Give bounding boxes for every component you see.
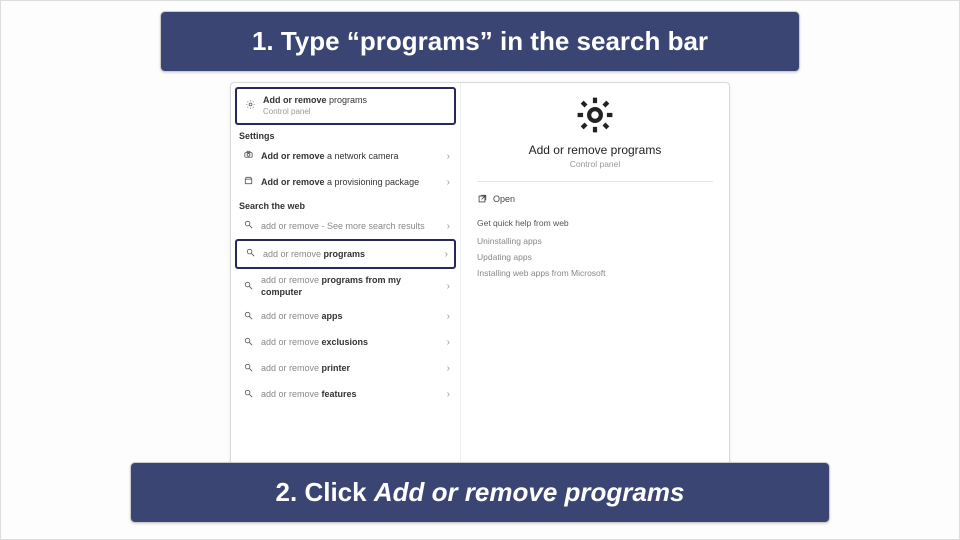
preview-subtitle: Control panel bbox=[477, 159, 713, 169]
search-icon bbox=[241, 280, 255, 294]
step1-term: programs bbox=[360, 26, 480, 56]
camera-icon bbox=[241, 149, 255, 163]
step1-prefix: 1. Type “ bbox=[252, 26, 360, 56]
result-provisioning-package[interactable]: Add or remove a provisioning package › bbox=[235, 169, 456, 195]
search-results-list: Add or remove programs Control panel Set… bbox=[231, 83, 461, 469]
gear-icon bbox=[243, 99, 257, 113]
open-icon bbox=[477, 194, 487, 204]
chevron-right-icon: › bbox=[447, 221, 450, 232]
web-result-features[interactable]: add or remove features › bbox=[235, 382, 456, 408]
settings0-rest: a network camera bbox=[325, 151, 399, 161]
web1-bold: programs bbox=[324, 249, 366, 259]
step2-prefix: 2. Click bbox=[276, 477, 374, 507]
web-result-programs-from-computer[interactable]: add or remove programs from my computer … bbox=[235, 269, 456, 304]
web3-gray: add or remove bbox=[261, 311, 322, 321]
help-uninstalling[interactable]: Uninstalling apps bbox=[477, 236, 713, 246]
web2-gray: add or remove bbox=[261, 275, 322, 285]
chevron-right-icon: › bbox=[447, 177, 450, 188]
settings1-rest: a provisioning package bbox=[325, 177, 420, 187]
web-result-more[interactable]: add or remove - See more search results … bbox=[235, 213, 456, 239]
search-icon bbox=[241, 336, 255, 350]
search-icon bbox=[241, 219, 255, 233]
package-icon bbox=[241, 175, 255, 189]
search-icon bbox=[241, 362, 255, 376]
settings0-bold: Add or remove bbox=[261, 151, 325, 161]
preview-title: Add or remove programs bbox=[477, 143, 713, 157]
chevron-right-icon: › bbox=[447, 363, 450, 374]
chevron-right-icon: › bbox=[447, 311, 450, 322]
web6-gray: add or remove bbox=[261, 389, 322, 399]
open-button[interactable]: Open bbox=[477, 194, 713, 204]
web4-bold: exclusions bbox=[322, 337, 369, 347]
web5-gray: add or remove bbox=[261, 363, 322, 373]
search-icon bbox=[241, 310, 255, 324]
search-icon bbox=[243, 247, 257, 261]
open-label: Open bbox=[493, 194, 515, 204]
web0-rest: - See more search results bbox=[319, 221, 425, 231]
web6-bold: features bbox=[322, 389, 357, 399]
web-result-apps[interactable]: add or remove apps › bbox=[235, 304, 456, 330]
settings1-bold: Add or remove bbox=[261, 177, 325, 187]
chevron-right-icon: › bbox=[447, 151, 450, 162]
help-heading: Get quick help from web bbox=[477, 218, 713, 228]
web0-gray: add or remove bbox=[261, 221, 319, 231]
chevron-right-icon: › bbox=[447, 337, 450, 348]
result-network-camera[interactable]: Add or remove a network camera › bbox=[235, 143, 456, 169]
web1-gray: add or remove bbox=[263, 249, 324, 259]
gear-icon bbox=[573, 93, 617, 137]
instruction-step-1: 1. Type “programs” in the search bar bbox=[160, 11, 800, 72]
section-web: Search the web bbox=[235, 195, 456, 213]
divider bbox=[477, 181, 713, 182]
chevron-right-icon: › bbox=[445, 249, 448, 260]
step2-em: Add or remove programs bbox=[374, 477, 685, 507]
top-result-bold: Add or remove bbox=[263, 95, 327, 105]
web-result-printer[interactable]: add or remove printer › bbox=[235, 356, 456, 382]
web-result-programs[interactable]: add or remove programs › bbox=[235, 239, 456, 269]
result-add-remove-programs-top[interactable]: Add or remove programs Control panel bbox=[235, 87, 456, 125]
search-icon bbox=[241, 388, 255, 402]
search-results-window: Add or remove programs Control panel Set… bbox=[230, 82, 730, 470]
help-updating[interactable]: Updating apps bbox=[477, 252, 713, 262]
step1-suffix: ” in the search bar bbox=[480, 26, 708, 56]
section-settings: Settings bbox=[235, 125, 456, 143]
web5-bold: printer bbox=[322, 363, 351, 373]
top-result-subtitle: Control panel bbox=[263, 107, 448, 117]
chevron-right-icon: › bbox=[447, 389, 450, 400]
web-result-exclusions[interactable]: add or remove exclusions › bbox=[235, 330, 456, 356]
web3-bold: apps bbox=[322, 311, 343, 321]
web4-gray: add or remove bbox=[261, 337, 322, 347]
top-result-rest: programs bbox=[327, 95, 368, 105]
search-preview-pane: Add or remove programs Control panel Ope… bbox=[461, 83, 729, 469]
chevron-right-icon: › bbox=[447, 281, 450, 292]
help-installing-web[interactable]: Installing web apps from Microsoft bbox=[477, 268, 713, 278]
instruction-step-2: 2. Click Add or remove programs bbox=[130, 462, 830, 523]
